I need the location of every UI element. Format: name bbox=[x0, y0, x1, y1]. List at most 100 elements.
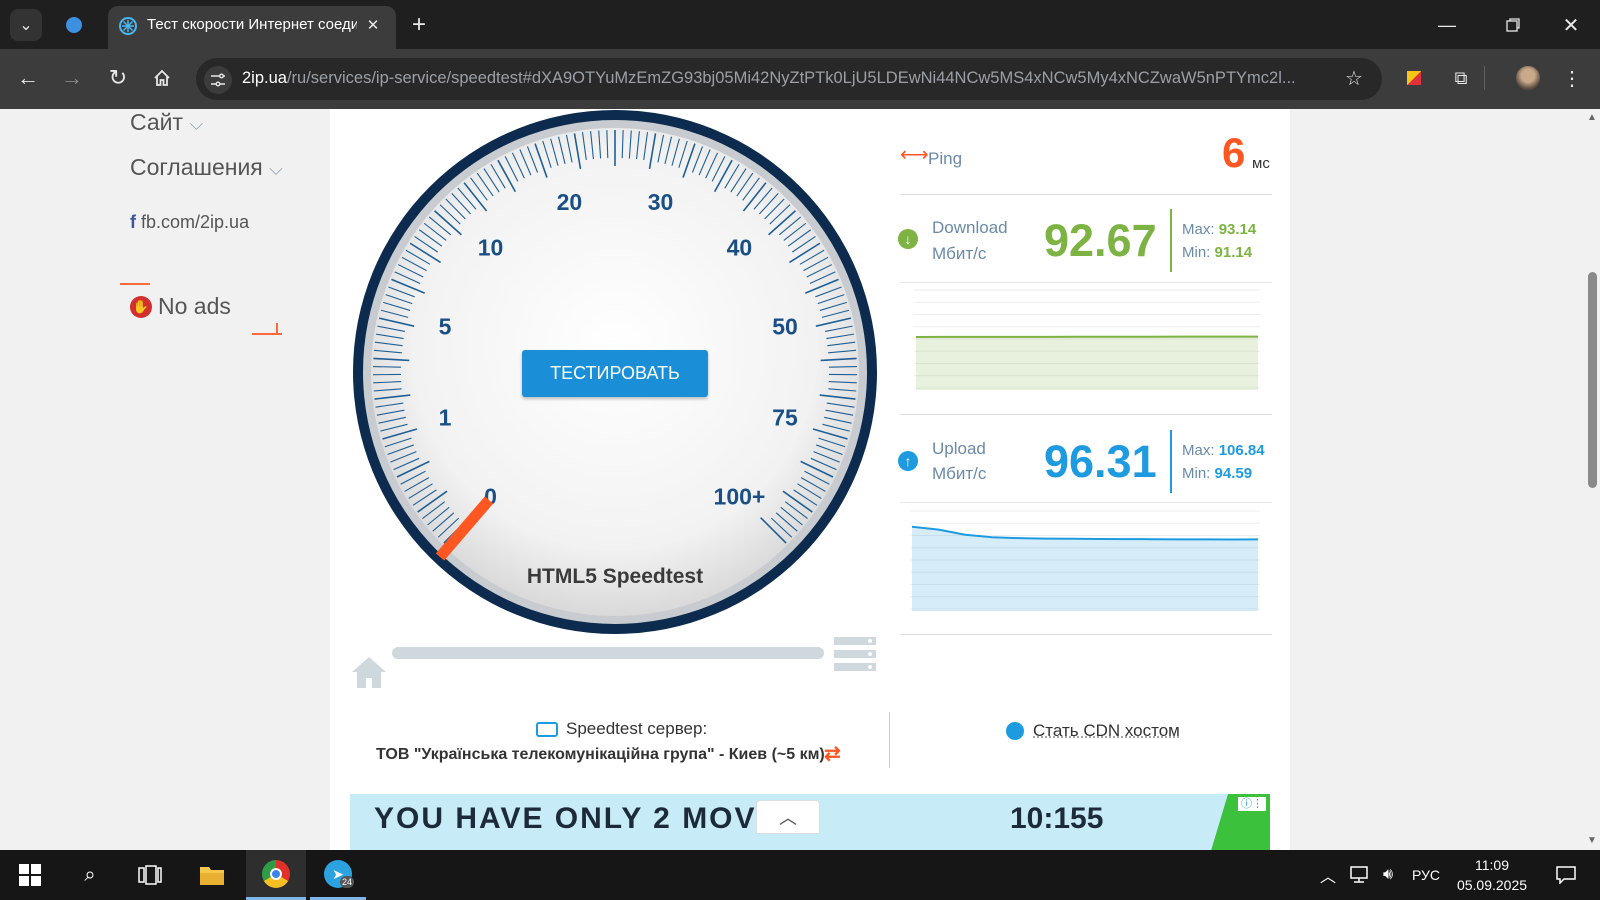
chrome-icon bbox=[262, 859, 290, 888]
upload-max-label: Max: bbox=[1182, 442, 1215, 459]
restore-window-icon[interactable] bbox=[1498, 10, 1528, 40]
task-view-icon[interactable] bbox=[128, 850, 172, 900]
download-chart bbox=[914, 289, 1260, 390]
site-info-icon[interactable] bbox=[204, 66, 232, 94]
home-icon[interactable] bbox=[350, 654, 388, 690]
upload-arrow-icon: ↑ bbox=[898, 451, 918, 471]
speedtest-favicon-icon bbox=[118, 16, 138, 36]
upload-max: Max: 106.84 bbox=[1182, 442, 1265, 459]
home-icon[interactable] bbox=[148, 64, 176, 92]
upload-min: Min: 94.59 bbox=[1182, 465, 1252, 482]
ping-arrows-icon: ⟷ bbox=[900, 144, 929, 166]
taskbar-clock[interactable]: 11:09 05.09.2025 bbox=[1454, 855, 1530, 895]
tab-search-button[interactable]: ⌄ bbox=[10, 9, 42, 41]
globe-icon bbox=[1006, 722, 1024, 740]
search-icon[interactable]: ⌕ bbox=[68, 850, 112, 900]
input-language[interactable]: РУС bbox=[1406, 850, 1446, 900]
server-drive-icon bbox=[536, 721, 558, 737]
upload-value: 96.31 bbox=[1044, 436, 1157, 487]
gauge-tick bbox=[828, 366, 857, 368]
noads-link[interactable]: ✋ No ads bbox=[130, 293, 231, 320]
back-arrow-icon[interactable]: ← bbox=[14, 64, 42, 92]
sidebar-item-agreements[interactable]: Соглашения ⌵ bbox=[130, 154, 283, 181]
cdn-host-link[interactable]: Стать CDN хостом bbox=[1006, 721, 1180, 741]
stop-hand-icon: ✋ bbox=[130, 295, 152, 318]
extensions-puzzle-icon[interactable]: ⧉ bbox=[1447, 64, 1475, 92]
chevron-up-icon: ︿ bbox=[779, 808, 797, 828]
gauge-caption: HTML5 Speedtest bbox=[527, 565, 703, 588]
upload-max-value: 106.84 bbox=[1218, 442, 1265, 459]
telegram-badge: 24 bbox=[340, 875, 355, 888]
start-test-label: ТЕСТИРОВАТЬ bbox=[550, 363, 680, 383]
divider bbox=[900, 194, 1272, 195]
gauge-scale-label: 1 bbox=[439, 405, 452, 431]
gauge-scale-label: 50 bbox=[772, 313, 798, 339]
server-list-icon[interactable] bbox=[834, 637, 876, 671]
download-value: 92.67 bbox=[1044, 215, 1157, 266]
scroll-up-icon[interactable]: ▲ bbox=[1587, 112, 1597, 123]
sidebar-item-site[interactable]: Сайт ⌵ bbox=[130, 109, 203, 136]
ad-collapse-button[interactable]: ︿ bbox=[756, 800, 820, 834]
gauge-scale-label: 40 bbox=[727, 235, 753, 261]
upload-chart bbox=[910, 510, 1260, 611]
pinned-tab[interactable] bbox=[58, 9, 90, 41]
cdn-host-label: Стать CDN хостом bbox=[1033, 721, 1180, 740]
tab-title: Тест скорости Интернет соедин bbox=[147, 16, 357, 33]
divider bbox=[889, 712, 890, 768]
server-name: ТОВ "Українська телекомунікаційна група"… bbox=[376, 746, 825, 763]
gauge-scale-label: 30 bbox=[648, 189, 674, 215]
gauge-scale-label: 75 bbox=[772, 405, 798, 431]
scroll-down-icon[interactable]: ▼ bbox=[1587, 835, 1597, 846]
download-min-label: Min: bbox=[1182, 244, 1211, 261]
profile-avatar[interactable] bbox=[1514, 64, 1542, 92]
upload-divider bbox=[1170, 430, 1172, 493]
upload-min-value: 94.59 bbox=[1214, 465, 1253, 482]
browser-menu-icon[interactable]: ⋮ bbox=[1558, 64, 1586, 92]
download-min: Min: 91.14 bbox=[1182, 244, 1252, 261]
reload-icon[interactable]: ↻ bbox=[104, 64, 132, 92]
notifications-icon[interactable] bbox=[1548, 850, 1584, 900]
chart-area bbox=[916, 336, 1258, 390]
ping-label: Ping bbox=[928, 149, 963, 168]
extension-icon[interactable] bbox=[1400, 64, 1428, 92]
chevron-down-icon: ⌵ bbox=[189, 114, 204, 134]
forward-arrow-icon[interactable]: → bbox=[58, 64, 86, 92]
divider bbox=[900, 282, 1272, 283]
volume-icon[interactable]: 🔊︎ bbox=[1376, 850, 1400, 900]
start-test-button[interactable]: ТЕСТИРОВАТЬ bbox=[522, 350, 708, 397]
bookmark-star-icon[interactable]: ☆ bbox=[1340, 64, 1368, 92]
gauge-scale-label: 5 bbox=[439, 313, 452, 339]
scrollbar-thumb[interactable] bbox=[1588, 272, 1597, 488]
new-tab-button[interactable]: + bbox=[404, 10, 434, 40]
ping-unit: мс bbox=[1252, 155, 1270, 172]
globe-icon bbox=[66, 17, 82, 33]
tray-chevron-up-icon[interactable]: ︿ bbox=[1316, 850, 1340, 900]
windows-start-icon[interactable] bbox=[8, 850, 52, 900]
facebook-icon: f bbox=[130, 212, 136, 232]
url-text[interactable]: 2ip.ua/ru/services/ip-service/speedtest#… bbox=[242, 69, 1332, 91]
toolbar-divider bbox=[1484, 66, 1485, 90]
telegram-icon: ➤ 24 bbox=[324, 859, 355, 888]
file-explorer-icon[interactable] bbox=[190, 850, 234, 900]
change-server-icon[interactable]: ⇄ bbox=[824, 744, 850, 764]
upload-unit: Мбит/с bbox=[932, 464, 987, 483]
sidebar-item-label: Сайт bbox=[130, 109, 184, 135]
download-min-value: 91.14 bbox=[1214, 244, 1253, 261]
network-icon[interactable] bbox=[1346, 850, 1372, 900]
ad-text: YOU HAVE ONLY 2 MOVES bbox=[374, 802, 801, 835]
ad-info-icon[interactable]: ⓘ⋮ bbox=[1238, 797, 1266, 811]
download-max-value: 93.14 bbox=[1218, 221, 1257, 238]
gauge-tick bbox=[373, 366, 402, 368]
chrome-taskbar-button[interactable] bbox=[246, 850, 306, 900]
divider bbox=[900, 414, 1272, 415]
download-label: Download bbox=[932, 218, 1008, 237]
url-path: /ru/services/ip-service/speedtest#dXA9OT… bbox=[286, 69, 1296, 87]
minimize-icon[interactable]: — bbox=[1432, 10, 1462, 40]
close-window-icon[interactable]: ✕ bbox=[1556, 10, 1586, 40]
download-max-label: Max: bbox=[1182, 221, 1215, 238]
close-tab-icon[interactable]: ✕ bbox=[362, 14, 384, 36]
chevron-down-icon: ⌄ bbox=[19, 17, 33, 34]
noads-corner-decoration bbox=[276, 323, 278, 335]
telegram-taskbar-button[interactable]: ➤ 24 bbox=[310, 850, 366, 900]
facebook-link[interactable]: f fb.com/2ip.ua bbox=[130, 212, 249, 233]
